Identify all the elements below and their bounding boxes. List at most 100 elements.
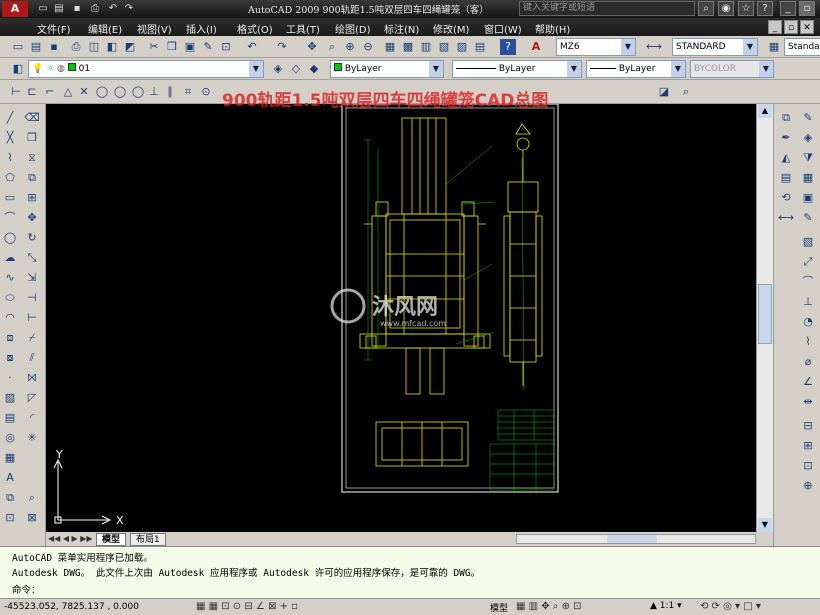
pan-icon[interactable]: ✥ [304,39,320,55]
properties-icon[interactable]: ▦ [382,39,398,55]
table-icon[interactable]: ▦ [2,450,18,466]
vertical-scrollbar[interactable]: ▲ ▼ [756,104,773,532]
doc-restore-button[interactable]: ▫ [784,20,798,34]
color-dropdown[interactable]: ByLayer ▼ [330,60,444,78]
doc-minimize-button[interactable]: _ [768,20,782,34]
fillet-icon[interactable]: ◜ [24,410,40,426]
region-icon[interactable]: ◎ [2,430,18,446]
cube-icon[interactable]: ▣ [800,190,816,206]
command-window[interactable]: AutoCAD 菜单实用程序已加载。 Autodesk DWG。 此文件上次由 … [0,546,820,598]
mirror-icon[interactable]: ⧖ [24,150,40,166]
match-properties-icon[interactable]: ✎ [200,39,216,55]
break-icon[interactable]: ⫽ [24,350,40,366]
make-block-icon[interactable]: ⧇ [2,350,18,366]
grid-icon[interactable]: ▦ [800,170,816,186]
snap-nearest-icon[interactable]: ◪ [656,84,672,100]
scroll-thumb[interactable] [758,284,772,344]
hatch-icon[interactable]: ▨ [2,390,18,406]
brush2-icon[interactable]: ✎ [800,210,816,226]
favorites-icon[interactable]: ☆ [738,1,754,16]
snap-from-icon[interactable]: ⊏ [24,84,40,100]
cut-icon[interactable]: ✂ [146,39,162,55]
sheet-set-icon[interactable]: ▧ [436,39,452,55]
tab-nav-icons[interactable]: ◀◀ ◀ ▶ ▶▶ [48,534,93,543]
explode-icon[interactable]: ✳ [24,430,40,446]
snap-perpendicular-icon[interactable]: ⊥ [146,84,162,100]
hscroll-thumb[interactable] [607,535,657,543]
dim-angular-icon[interactable]: ∠ [800,374,816,390]
snap-node-icon[interactable]: ⊙ [198,84,214,100]
publish-icon[interactable]: ◧ [104,39,120,55]
center-mark-icon[interactable]: ⊕ [800,478,816,494]
text-style-dropdown[interactable]: MZ6 ▼ [556,38,636,56]
gradient-icon[interactable]: ▤ [2,410,18,426]
chamfer-icon[interactable]: ◸ [24,390,40,406]
copy-icon[interactable]: ❐ [164,39,180,55]
help-icon[interactable]: ? [757,1,773,16]
snap-center-icon[interactable]: ◯ [94,84,110,100]
dim-jogged-icon[interactable]: ⌇ [800,334,816,350]
orbit-icon[interactable]: ⟲ [778,190,794,206]
mtext-icon[interactable]: A [2,470,18,486]
construction-line-icon[interactable]: ╳ [2,130,18,146]
search-input[interactable]: 键入关键字或短语 [519,1,695,16]
zoom-tb-icon[interactable]: ⌕ [24,490,40,506]
brush-icon[interactable]: ✎ [800,110,816,126]
paste-icon[interactable]: ▣ [182,39,198,55]
table-style-icon[interactable]: ▦ [766,39,782,55]
menu-dimension[interactable]: 标注(N) [384,21,419,36]
offset-icon[interactable]: ⧉ [24,170,40,186]
search-icon[interactable]: ⌕ [698,1,714,16]
minimize-button[interactable]: _ [780,1,796,16]
draw-order-icon[interactable]: ⧉ [778,110,794,126]
tolerance-icon[interactable]: ⊡ [800,458,816,474]
pen-icon[interactable]: ✒ [778,130,794,146]
undo-icon[interactable]: ↶ [106,2,120,16]
attdef-icon[interactable]: ⊡ [2,510,18,526]
layer-icon[interactable]: ◈ [800,130,816,146]
layer-states-icon[interactable]: ◆ [306,61,322,77]
navigation-icons[interactable]: ▦ ▥ ✥ ⌕ ⊕ ⊡ [516,601,582,612]
select-icon[interactable]: ◭ [778,150,794,166]
plot-preview-icon[interactable]: ◫ [86,39,102,55]
dim-radius-icon[interactable]: ◔ [800,314,816,330]
layer-manager-icon[interactable]: ◧ [10,61,26,77]
scroll-up-icon[interactable]: ▲ [758,104,772,118]
menu-window[interactable]: 窗口(W) [484,21,522,36]
table-style-dropdown[interactable]: Standar [784,38,820,56]
comm-center-icon[interactable]: ◉ [718,1,734,16]
menu-tools[interactable]: 工具(T) [286,21,320,36]
dim-style-dropdown[interactable]: STANDARD ▼ [672,38,758,56]
dim-arc-icon[interactable]: ⌒ [800,274,816,290]
rectangle-icon[interactable]: ▭ [2,190,18,206]
move-icon[interactable]: ✥ [24,210,40,226]
zoom-window-icon[interactable]: ⊕ [342,39,358,55]
markup-icon[interactable]: ▨ [454,39,470,55]
array-icon[interactable]: ⊞ [24,190,40,206]
linetype-dropdown[interactable]: ByLayer ▼ [452,60,582,78]
filter-icon[interactable]: ⧩ [800,150,816,166]
qdim-icon[interactable]: ⇹ [800,394,816,410]
doc-close-button[interactable]: ✕ [800,20,814,34]
zoom-realtime-icon[interactable]: ⌕ [324,39,340,55]
make-current-icon[interactable]: ◈ [270,61,286,77]
plot-icon[interactable]: ⎙ [68,39,84,55]
plot-style-dropdown[interactable]: BYCOLOR ▼ [690,60,774,78]
open-icon[interactable]: ▤ [52,2,66,16]
dim-diameter-icon[interactable]: ⌀ [800,354,816,370]
polygon-icon[interactable]: ⬠ [2,170,18,186]
open-file-icon[interactable]: ▤ [28,39,44,55]
save-file-icon[interactable]: ▪ [46,39,62,55]
point-icon[interactable]: · [2,370,18,386]
menu-edit[interactable]: 编辑(E) [88,21,122,36]
ellipse-icon[interactable]: ⬭ [2,290,18,306]
horizontal-scrollbar[interactable] [516,534,756,544]
snap-midpoint-icon[interactable]: △ [60,84,76,100]
spline-icon[interactable]: ∿ [2,270,18,286]
help-tb-icon[interactable]: ? [500,39,516,55]
dim-aligned-icon[interactable]: ⤢ [800,254,816,270]
design-center-icon[interactable]: ▩ [400,39,416,55]
continue-icon[interactable]: ⊞ [800,438,816,454]
menu-view[interactable]: 视图(V) [137,21,172,36]
line-icon[interactable]: ╱ [2,110,18,126]
